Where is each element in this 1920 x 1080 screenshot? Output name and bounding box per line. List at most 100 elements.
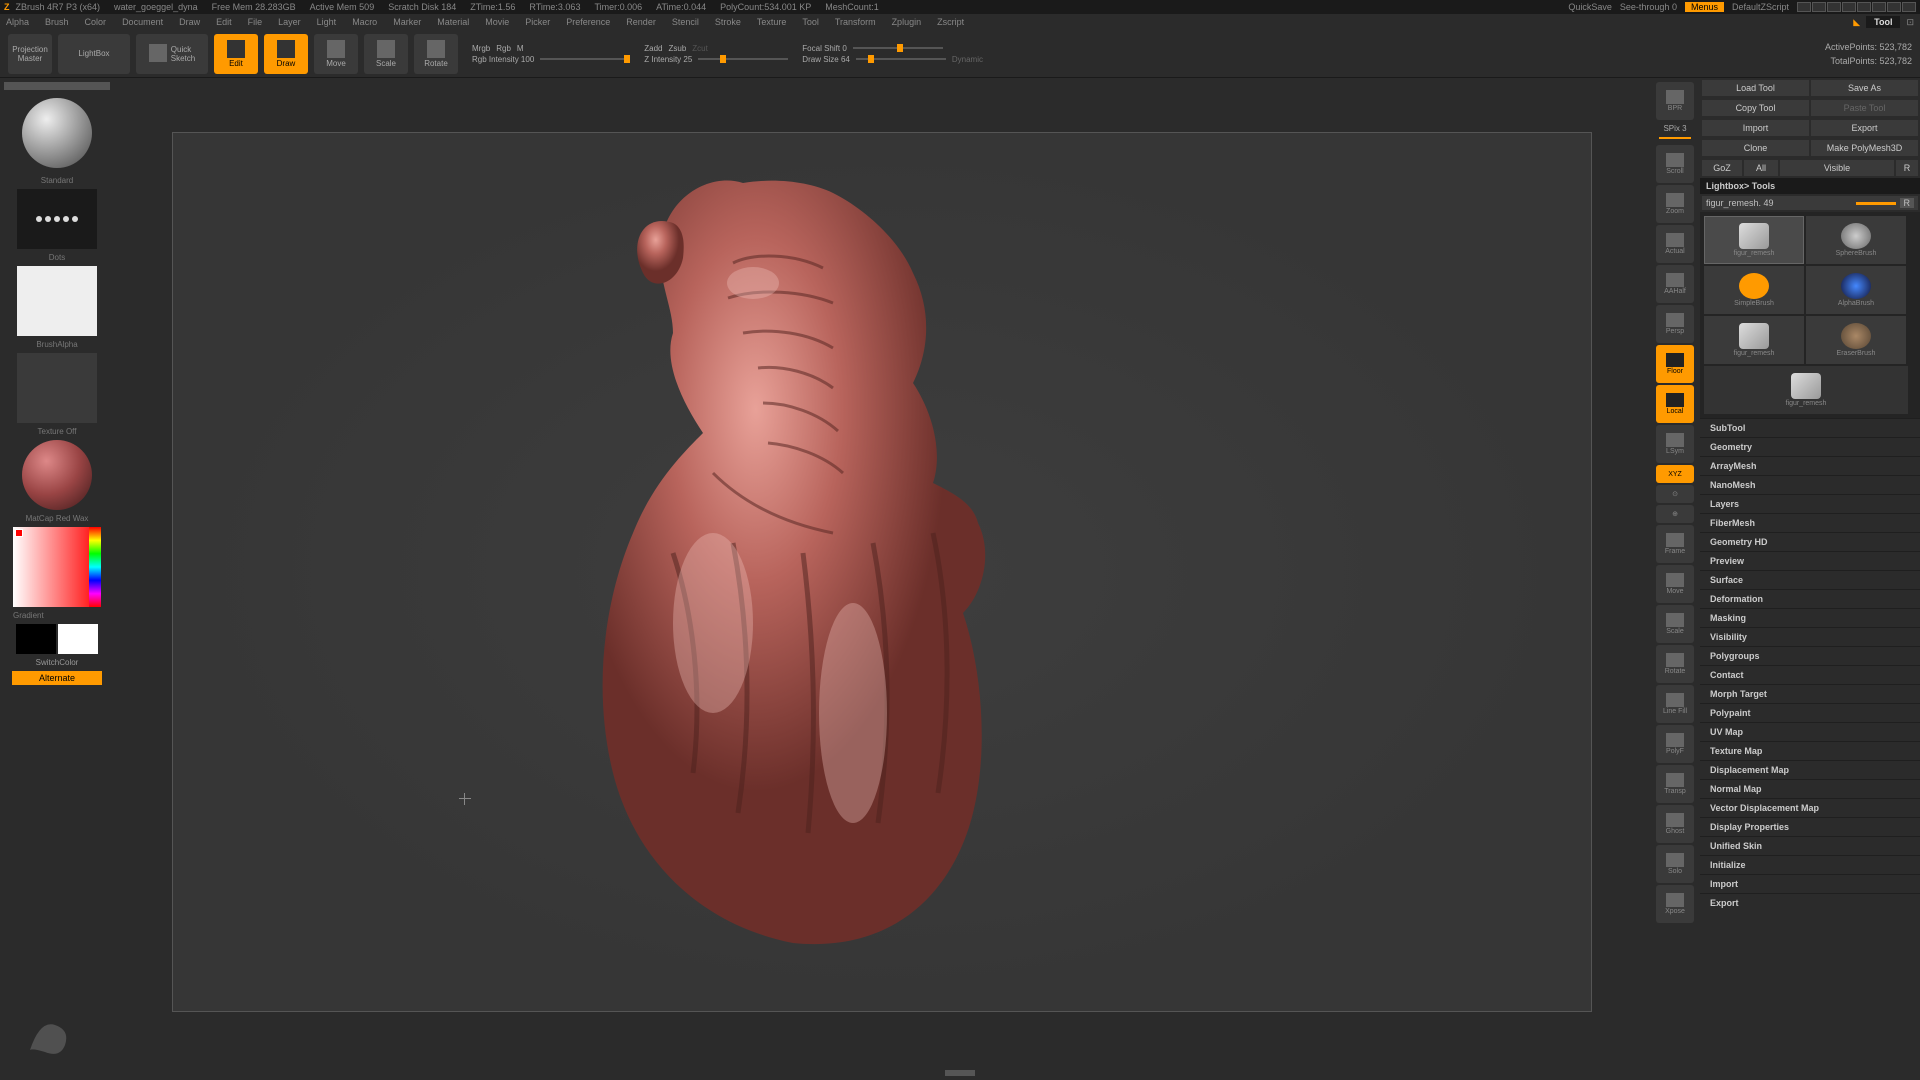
alpha-selector[interactable] <box>17 266 97 336</box>
zsub-toggle[interactable]: Zsub <box>669 44 687 53</box>
dynamic-label[interactable]: Dynamic <box>952 55 983 64</box>
brush-selector[interactable] <box>22 98 92 168</box>
menu-brush[interactable]: Brush <box>45 17 69 27</box>
spix-bar[interactable] <box>1659 137 1691 139</box>
menu-movie[interactable]: Movie <box>485 17 509 27</box>
win-btn-icon[interactable] <box>1797 2 1811 12</box>
goz-visible-button[interactable]: Visible <box>1780 160 1894 176</box>
material-selector[interactable] <box>22 440 92 510</box>
menu-render[interactable]: Render <box>626 17 656 27</box>
load-tool-button[interactable]: Load Tool <box>1702 80 1809 96</box>
move-cam-button[interactable]: Move <box>1656 565 1694 603</box>
polyf-button[interactable]: PolyF <box>1656 725 1694 763</box>
section-surface[interactable]: Surface <box>1700 570 1920 589</box>
menu-color[interactable]: Color <box>85 17 107 27</box>
menu-stroke[interactable]: Stroke <box>715 17 741 27</box>
rotate-cam-button[interactable]: Rotate <box>1656 645 1694 683</box>
menu-draw[interactable]: Draw <box>179 17 200 27</box>
section-displacement[interactable]: Displacement Map <box>1700 760 1920 779</box>
y-button[interactable]: ⊙ <box>1656 485 1694 503</box>
menu-stencil[interactable]: Stencil <box>672 17 699 27</box>
menu-layer[interactable]: Layer <box>278 17 301 27</box>
quick-sketch-button[interactable]: Quick Sketch <box>136 34 208 74</box>
section-import[interactable]: Import <box>1700 874 1920 893</box>
section-texturemap[interactable]: Texture Map <box>1700 741 1920 760</box>
switch-color-button[interactable]: SwitchColor <box>36 658 79 667</box>
draw-mode-button[interactable]: Draw <box>264 34 308 74</box>
menu-transform[interactable]: Transform <box>835 17 876 27</box>
section-masking[interactable]: Masking <box>1700 608 1920 627</box>
focal-shift-slider[interactable] <box>853 47 943 49</box>
bottom-tray[interactable] <box>0 1066 1920 1080</box>
section-deformation[interactable]: Deformation <box>1700 589 1920 608</box>
xpose-button[interactable]: Xpose <box>1656 885 1694 923</box>
scale-cam-button[interactable]: Scale <box>1656 605 1694 643</box>
rotate-mode-button[interactable]: Rotate <box>414 34 458 74</box>
tool-palette-label[interactable]: Tool <box>1866 16 1900 28</box>
section-preview[interactable]: Preview <box>1700 551 1920 570</box>
import-button[interactable]: Import <box>1702 120 1809 136</box>
frame-button[interactable]: Frame <box>1656 525 1694 563</box>
section-geometryhd[interactable]: Geometry HD <box>1700 532 1920 551</box>
linefill-button[interactable]: Line Fill <box>1656 685 1694 723</box>
win-btn-icon[interactable] <box>1827 2 1841 12</box>
persp-button[interactable]: Persp <box>1656 305 1694 343</box>
viewport[interactable] <box>172 132 1592 1012</box>
local-button[interactable]: Local <box>1656 385 1694 423</box>
move-mode-button[interactable]: Move <box>314 34 358 74</box>
section-vectordisp[interactable]: Vector Displacement Map <box>1700 798 1920 817</box>
copy-tool-button[interactable]: Copy Tool <box>1702 100 1809 116</box>
clone-button[interactable]: Clone <box>1702 140 1809 156</box>
edit-mode-button[interactable]: Edit <box>214 34 258 74</box>
aahalf-button[interactable]: AAHalf <box>1656 265 1694 303</box>
save-as-button[interactable]: Save As <box>1811 80 1918 96</box>
goz-button[interactable]: GoZ <box>1702 160 1742 176</box>
menu-texture[interactable]: Texture <box>757 17 787 27</box>
solo-button[interactable]: Solo <box>1656 845 1694 883</box>
section-displayprops[interactable]: Display Properties <box>1700 817 1920 836</box>
ghost-button[interactable]: Ghost <box>1656 805 1694 843</box>
menu-macro[interactable]: Macro <box>352 17 377 27</box>
left-tray-handle[interactable] <box>4 82 110 90</box>
section-morphtarget[interactable]: Morph Target <box>1700 684 1920 703</box>
gradient-label[interactable]: Gradient <box>13 611 101 620</box>
section-subtool[interactable]: SubTool <box>1700 418 1920 437</box>
section-geometry[interactable]: Geometry <box>1700 437 1920 456</box>
actual-button[interactable]: Actual <box>1656 225 1694 263</box>
floor-button[interactable]: Floor <box>1656 345 1694 383</box>
rgb-intensity-slider[interactable] <box>540 58 630 60</box>
z-button[interactable]: ⊕ <box>1656 505 1694 523</box>
win-btn-icon[interactable] <box>1812 2 1826 12</box>
goz-all-button[interactable]: All <box>1744 160 1778 176</box>
menu-tool[interactable]: Tool <box>802 17 819 27</box>
color-picker[interactable] <box>13 527 101 607</box>
rgb-toggle[interactable]: Rgb <box>496 44 511 53</box>
lightbox-button[interactable]: LightBox <box>58 34 130 74</box>
mrgb-toggle[interactable]: Mrgb <box>472 44 490 53</box>
section-polygroups[interactable]: Polygroups <box>1700 646 1920 665</box>
menu-light[interactable]: Light <box>317 17 337 27</box>
z-intensity-slider[interactable] <box>698 58 788 60</box>
menu-alpha[interactable]: Alpha <box>6 17 29 27</box>
section-contact[interactable]: Contact <box>1700 665 1920 684</box>
section-unifiedskin[interactable]: Unified Skin <box>1700 836 1920 855</box>
section-layers[interactable]: Layers <box>1700 494 1920 513</box>
tool-r-button[interactable]: R <box>1900 198 1915 208</box>
scale-mode-button[interactable]: Scale <box>364 34 408 74</box>
stroke-selector[interactable] <box>17 189 97 249</box>
tool-thumb[interactable]: SphereBrush <box>1806 216 1906 264</box>
win-btn-icon[interactable] <box>1857 2 1871 12</box>
alternate-button[interactable]: Alternate <box>12 671 102 685</box>
menu-material[interactable]: Material <box>437 17 469 27</box>
section-uvmap[interactable]: UV Map <box>1700 722 1920 741</box>
menu-marker[interactable]: Marker <box>393 17 421 27</box>
menu-picker[interactable]: Picker <box>525 17 550 27</box>
section-initialize[interactable]: Initialize <box>1700 855 1920 874</box>
win-btn-icon[interactable] <box>1842 2 1856 12</box>
close-icon[interactable] <box>1902 2 1916 12</box>
scroll-button[interactable]: Scroll <box>1656 145 1694 183</box>
bpr-button[interactable]: BPR <box>1656 82 1694 120</box>
menu-zscript[interactable]: Zscript <box>937 17 964 27</box>
menu-preference[interactable]: Preference <box>566 17 610 27</box>
section-arraymesh[interactable]: ArrayMesh <box>1700 456 1920 475</box>
